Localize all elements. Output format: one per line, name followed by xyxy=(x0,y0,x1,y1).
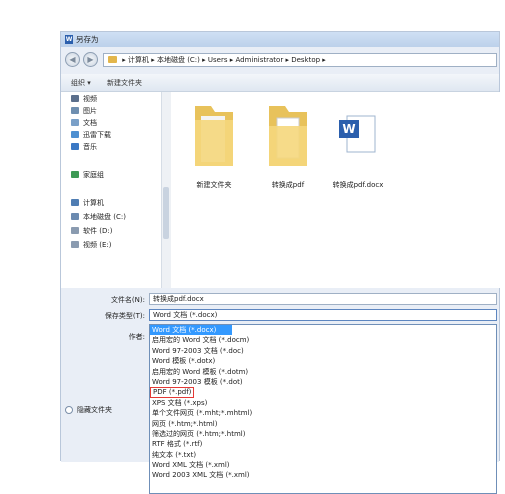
sidebar-item-documents[interactable]: 文档 xyxy=(71,118,97,129)
document-library-icon xyxy=(71,119,79,126)
hard-drive-icon xyxy=(71,241,79,248)
address-part[interactable]: 计算机 xyxy=(128,56,149,64)
savetype-label: 保存类型(T): xyxy=(104,312,145,320)
savetype-option[interactable]: 单个文件网页 (*.mht;*.mhtml) xyxy=(150,408,496,418)
new-folder-button[interactable]: 新建文件夹 xyxy=(107,78,142,88)
address-part[interactable]: Administrator xyxy=(235,56,283,64)
file-item-docx[interactable]: W 转换成pdf.docx xyxy=(327,100,389,190)
address-separator: ▸ xyxy=(322,56,326,64)
scrollbar-thumb[interactable] xyxy=(163,187,169,239)
organize-button[interactable]: 组织 ▾ xyxy=(71,78,91,88)
toolbar: 组织 ▾ 新建文件夹 xyxy=(61,74,499,92)
sidebar-item-drive-e[interactable]: 视频 (E:) xyxy=(71,240,111,251)
savetype-dropdown-list[interactable]: Word 文档 (*.docx) 启用宏的 Word 文档 (*.docm) W… xyxy=(149,324,497,494)
picture-library-icon xyxy=(71,107,79,114)
sidebar-item-drive-d[interactable]: 软件 (D:) xyxy=(71,226,112,237)
svg-text:W: W xyxy=(342,122,355,136)
sidebar-item-homegroup[interactable]: 家庭组 xyxy=(71,170,104,181)
savetype-option[interactable]: RTF 格式 (*.rtf) xyxy=(150,439,496,449)
file-name: 转换成pdf.docx xyxy=(332,181,384,189)
sidebar-item-pictures[interactable]: 图片 xyxy=(71,106,97,117)
savetype-option[interactable]: Word 2003 XML 文档 (*.xml) xyxy=(150,470,496,480)
savetype-option[interactable]: 纯文本 (*.txt) xyxy=(150,450,496,460)
navigation-row: ◀ ▶ ▸ 计算机 ▸ 本地磁盘 (C:) ▸ Users ▸ Administ… xyxy=(61,50,499,70)
folder-icon xyxy=(195,106,233,166)
savetype-option[interactable]: Word 97-2003 文档 (*.doc) xyxy=(150,346,496,356)
sidebar-item-music[interactable]: 音乐 xyxy=(71,142,97,153)
sidebar-item-xunlei-downloads[interactable]: 迅雷下载 xyxy=(71,130,111,141)
address-part[interactable]: Users xyxy=(208,56,228,64)
sidebar-item-drive-c[interactable]: 本地磁盘 (C:) xyxy=(71,212,126,223)
author-label: 作者: xyxy=(128,333,145,341)
savetype-option[interactable]: XPS 文档 (*.xps) xyxy=(150,398,496,408)
sidebar-item-videos[interactable]: 视频 xyxy=(71,94,97,105)
address-separator: ▸ xyxy=(151,56,155,64)
file-list: 新建文件夹 转换成pdf W 转换成pdf.docx xyxy=(171,92,501,288)
forward-arrow-icon[interactable]: ▶ xyxy=(83,52,98,67)
address-part[interactable]: Desktop xyxy=(291,56,320,64)
folder-icon xyxy=(108,56,117,63)
savetype-select[interactable]: Word 文档 (*.docx) xyxy=(149,309,497,321)
address-separator: ▸ xyxy=(229,56,234,64)
computer-icon xyxy=(71,199,79,206)
save-as-dialog: W 另存为 ◀ ▶ ▸ 计算机 ▸ 本地磁盘 (C:) ▸ Users ▸ Ad… xyxy=(60,31,501,494)
address-separator: ▸ xyxy=(285,56,289,64)
homegroup-icon xyxy=(71,171,79,178)
sidebar-item-computer[interactable]: 计算机 xyxy=(71,198,104,209)
address-bar[interactable]: ▸ 计算机 ▸ 本地磁盘 (C:) ▸ Users ▸ Administrato… xyxy=(103,53,497,67)
file-name: 转换成pdf xyxy=(271,181,305,189)
savetype-option[interactable]: Word 文档 (*.docx) xyxy=(150,325,232,336)
savetype-option-pdf[interactable]: PDF (*.pdf) xyxy=(150,387,195,399)
hard-drive-icon xyxy=(71,213,79,220)
music-note-icon xyxy=(71,143,79,150)
video-library-icon xyxy=(71,95,79,102)
back-arrow-icon[interactable]: ◀ xyxy=(65,52,80,67)
sidebar-scrollbar[interactable] xyxy=(161,92,171,288)
savetype-option[interactable]: 网页 (*.htm;*.html) xyxy=(150,419,496,429)
hard-drive-icon xyxy=(71,227,79,234)
savetype-option[interactable]: Word 97-2003 模板 (*.dot) xyxy=(150,377,496,387)
savetype-option[interactable]: 启用宏的 Word 模板 (*.dotm) xyxy=(150,367,496,377)
savetype-option[interactable]: 筛选过的网页 (*.htm;*.html) xyxy=(150,429,496,439)
address-part[interactable]: 本地磁盘 (C:) xyxy=(157,56,200,64)
title-bar: W 另存为 xyxy=(61,32,499,47)
savetype-option[interactable]: Word XML 文档 (*.xml) xyxy=(150,460,496,470)
file-item-new-folder[interactable]: 新建文件夹 xyxy=(183,100,245,190)
folder-icon xyxy=(269,106,307,166)
file-item-pdf-folder[interactable]: 转换成pdf xyxy=(257,100,319,190)
savetype-option[interactable]: Word 模板 (*.dotx) xyxy=(150,356,496,366)
download-folder-icon xyxy=(71,131,79,138)
address-separator: ▸ xyxy=(202,56,206,64)
savetype-option[interactable]: 启用宏的 Word 文档 (*.docm) xyxy=(150,335,496,345)
word-document-icon: W xyxy=(339,115,376,153)
hide-folders-button[interactable]: 隐藏文件夹 xyxy=(65,405,112,415)
dialog-title: 另存为 xyxy=(76,35,99,44)
file-name: 新建文件夹 xyxy=(196,181,232,189)
word-app-icon: W xyxy=(65,35,73,44)
chevron-up-icon xyxy=(65,406,73,414)
navigation-pane: 视频 图片 文档 迅雷下载 音乐 家庭组 计算机 本地磁盘 (C:) 软件 (D… xyxy=(61,92,161,288)
filename-field[interactable]: 转换成pdf.docx xyxy=(149,293,497,305)
filename-label: 文件名(N): xyxy=(110,296,145,304)
hide-folders-label: 隐藏文件夹 xyxy=(77,406,112,414)
address-separator: ▸ xyxy=(122,56,126,64)
